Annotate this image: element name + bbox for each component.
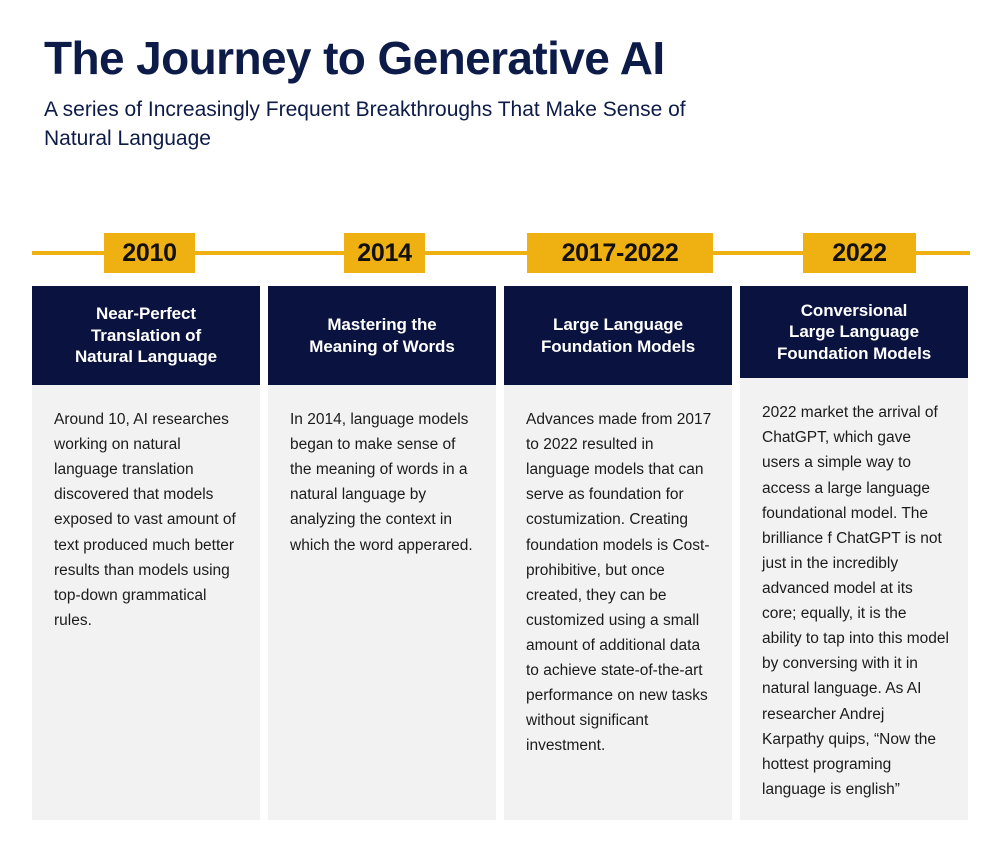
card-heading-text: Large Language Foundation Models — [540, 314, 696, 356]
infographic-root: The Journey to Generative AI A series of… — [0, 0, 1000, 860]
card-body-text: Around 10, AI researches working on natu… — [54, 411, 236, 629]
timeline-card-2014: Mastering the Meaning of Words In 2014, … — [268, 286, 496, 820]
timeline-year-badge-2022: 2022 — [803, 233, 916, 273]
card-header-2017-2022: Large Language Foundation Models — [504, 286, 732, 385]
card-body-2017-2022: Advances made from 2017 to 2022 resulted… — [504, 385, 732, 820]
timeline-card-2022: Conversional Large Language Foundation M… — [740, 286, 968, 820]
page-subtitle: A series of Increasingly Frequent Breakt… — [44, 98, 686, 150]
card-heading-text: Near-Perfect Translation of Natural Lang… — [75, 303, 217, 367]
card-header-2010: Near-Perfect Translation of Natural Lang… — [32, 286, 260, 385]
card-body-text: 2022 market the arrival of ChatGPT, whic… — [762, 404, 949, 798]
card-body-2010: Around 10, AI researches working on natu… — [32, 385, 260, 820]
timeline-year-badge-2017-2022: 2017-2022 — [527, 233, 713, 273]
page-title: The Journey to Generative AI — [44, 32, 665, 84]
header-block: The Journey to Generative AI A series of… — [44, 34, 904, 153]
card-body-2014: In 2014, language models began to make s… — [268, 385, 496, 820]
card-header-2014: Mastering the Meaning of Words — [268, 286, 496, 385]
card-body-text: Advances made from 2017 to 2022 resulted… — [526, 411, 712, 755]
timeline-columns: Near-Perfect Translation of Natural Lang… — [32, 286, 968, 820]
timeline-year-badge-2010: 2010 — [104, 233, 195, 273]
timeline-card-2010: Near-Perfect Translation of Natural Lang… — [32, 286, 260, 820]
card-header-2022: Conversional Large Language Foundation M… — [740, 286, 968, 379]
card-heading-text: Mastering the Meaning of Words — [309, 314, 455, 356]
card-body-2022: 2022 market the arrival of ChatGPT, whic… — [740, 378, 968, 820]
card-heading-text: Conversional Large Language Foundation M… — [776, 300, 932, 364]
card-body-text: In 2014, language models began to make s… — [290, 411, 473, 554]
timeline-card-2017-2022: Large Language Foundation Models Advance… — [504, 286, 732, 820]
timeline-year-badge-2014: 2014 — [344, 233, 425, 273]
timeline: 2010 2014 2017-2022 2022 — [32, 233, 970, 273]
